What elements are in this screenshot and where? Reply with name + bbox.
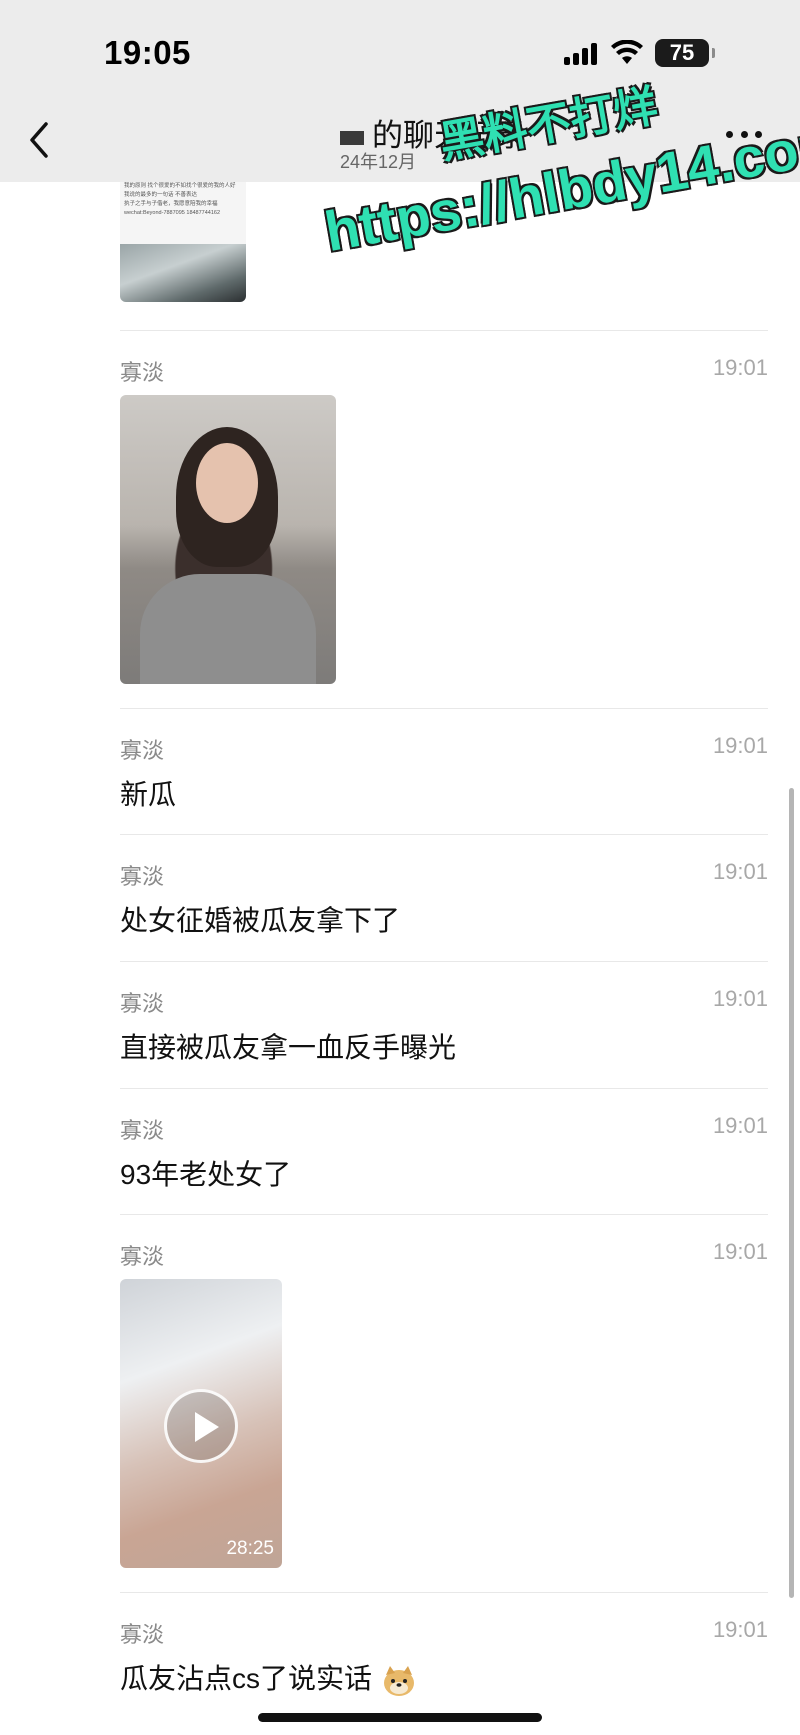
play-icon[interactable] [164,1389,238,1463]
scrollbar[interactable] [789,788,794,1598]
battery-icon: 75 [655,39,715,67]
message-time: 19:01 [712,859,768,884]
message-time: 19:01 [712,1113,768,1138]
video-thumbnail[interactable]: 28:25 [120,1279,282,1568]
message-time: 19:01 [712,1239,768,1264]
image-thumbnail[interactable] [120,395,336,684]
sender-name: 寡淡 [120,1622,165,1647]
message-time: 19:01 [712,986,768,1011]
message-time: 19:01 [712,1617,768,1642]
message-text: 处女征婚被瓜友拿下了 [120,905,401,936]
sender-name: 寡淡 [120,864,165,889]
message-text: 93年老处女了 [120,1159,292,1190]
redacted-block [340,130,364,145]
message-text: 新瓜 [120,779,177,810]
list-item: 寡淡 19:01 93年老处女了 [120,1088,768,1214]
list-item: 寡淡 19:01 直接被瓜友拿一血反手曝光 [120,961,768,1088]
list-item: 寡淡 19:01 新瓜 [120,708,768,834]
cellular-signal-icon [564,41,597,65]
sender-name: 寡淡 [120,1118,165,1143]
wifi-icon [611,40,643,64]
partial-image-message[interactable]: 我的原则 找个很爱的不如找个很爱的我的人好 我说的最多的一句话 不善表达 执子之… [120,182,246,302]
message-time: 19:01 [712,733,768,758]
chat-history-list[interactable]: 我的原则 找个很爱的不如找个很爱的我的人好 我说的最多的一句话 不善表达 执子之… [0,182,800,1735]
home-indicator[interactable] [258,1713,542,1722]
list-item: 寡淡 19:01 28:25 [120,1214,768,1592]
back-icon[interactable] [26,118,56,162]
list-item: 寡淡 19:01 处女征婚被瓜友拿下了 [120,834,768,961]
partial-image-photo [120,244,246,302]
battery-level: 75 [669,40,695,65]
doge-emoji-icon [383,1665,414,1696]
message-text: 瓜友沾点cs了说实话 [120,1657,416,1697]
message-time: 19:01 [712,355,768,380]
sender-name: 寡淡 [120,991,165,1016]
sender-name: 寡淡 [120,360,165,385]
partial-image-text: 我的原则 找个很爱的不如找个很爱的我的人好 我说的最多的一句话 不善表达 执子之… [124,183,236,216]
status-time: 19:05 [104,34,191,71]
sender-name: 寡淡 [120,738,165,763]
message-text: 直接被瓜友拿一血反手曝光 [120,1032,457,1063]
list-item: 寡淡 19:01 [120,330,768,708]
message-text-content: 瓜友沾点cs了说实话 [120,1663,373,1694]
status-icons: 75 [564,36,715,70]
sender-name: 寡淡 [120,1244,165,1269]
page-subtitle: 24年12月 [340,152,417,172]
video-duration: 28:25 [226,1538,274,1559]
